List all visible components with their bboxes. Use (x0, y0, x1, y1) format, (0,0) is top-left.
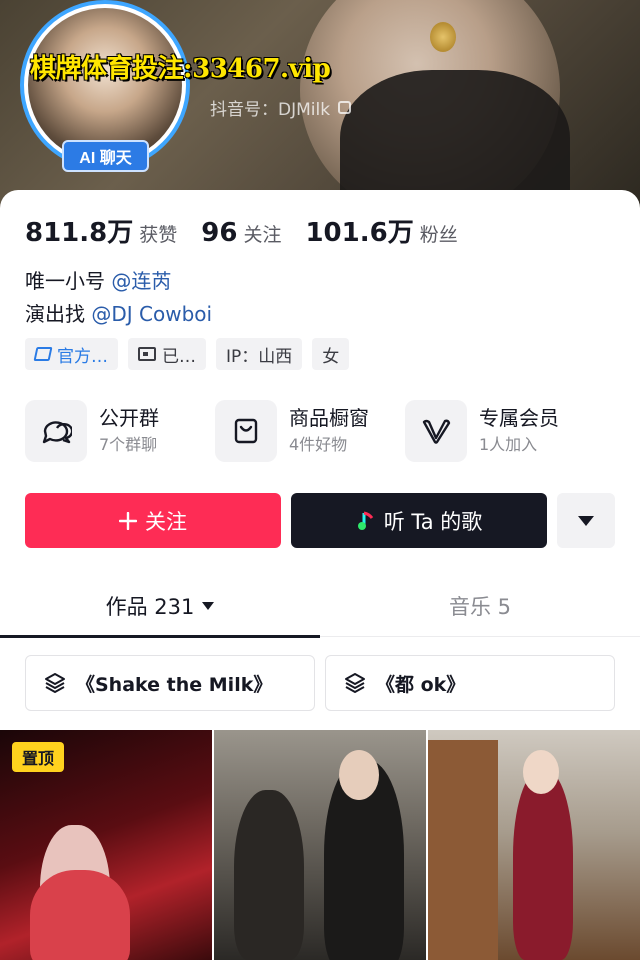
triangle-down-icon (578, 515, 594, 526)
tab-works[interactable]: 作品 231 (0, 575, 320, 638)
bio-line-2-text: 演出找 (25, 302, 92, 326)
vip-v-icon (405, 400, 467, 462)
shopping-bag-icon (215, 400, 277, 462)
ai-chat-label: AI 聊天 (79, 150, 132, 167)
bio-mention-2[interactable]: @DJ Cowboi (91, 302, 212, 326)
tag-ip-label: IP：山西 (226, 346, 293, 367)
feature-public-group-title: 公开群 (99, 406, 159, 430)
tab-works-label: 作品 231 (105, 595, 195, 619)
bio-line-1-text: 唯一小号 (25, 269, 112, 293)
thumbnail-door (428, 740, 498, 960)
avatar-image (28, 8, 182, 162)
stat-followers-label: 粉丝 (419, 224, 458, 246)
feature-exclusive-membership[interactable]: 专属会员 1人加入 (405, 400, 605, 462)
follow-button-label: 关注 (145, 509, 187, 534)
douyin-id-text: 抖音号：DJMilk (210, 100, 331, 120)
stat-likes-label: 获赞 (139, 224, 178, 246)
bio-line-1: 唯一小号 @连芮 (25, 265, 212, 298)
collection-shake-the-milk[interactable]: 《Shake the Milk》 (25, 655, 315, 711)
pinned-badge: 置顶 (12, 742, 64, 772)
feature-public-group[interactable]: 公开群 7个群聊 (25, 400, 225, 462)
stack-layers-icon (345, 673, 365, 693)
feature-product-showcase-sub: 4件好物 (289, 435, 348, 454)
thumbnail-figure-face (339, 750, 379, 800)
collections-row: 《Shake the Milk》 《都 ok》 (25, 655, 615, 711)
tag-ip-location: IP：山西 (216, 338, 303, 370)
listen-song-label: 听 Ta 的歌 (383, 509, 483, 534)
thumbnail-figure-back (234, 790, 304, 960)
tab-music-label: 音乐 5 (448, 595, 512, 619)
banner-photo-earring (430, 22, 456, 52)
thumbnail-figure-face (523, 750, 559, 794)
tab-music[interactable]: 音乐 5 (320, 575, 640, 637)
tag-official-label: 官方… (57, 346, 108, 367)
thumbnail-figure (513, 770, 573, 960)
collection-label: 《Shake the Milk》 (76, 673, 273, 696)
certified-icon (33, 347, 53, 361)
triangle-down-icon (202, 602, 215, 610)
douyin-id[interactable]: 抖音号：DJMilk (210, 95, 352, 120)
chat-bubble-icon (25, 400, 87, 462)
follow-button[interactable]: 关注 (25, 493, 281, 548)
feature-exclusive-membership-sub: 1人加入 (479, 435, 538, 454)
plus-icon (119, 511, 137, 530)
thumbnail-figure-dress (30, 870, 130, 960)
listen-song-button[interactable]: 听 Ta 的歌 (291, 493, 547, 548)
bio-line-2: 演出找 @DJ Cowboi (25, 298, 212, 331)
profile-stats: 811.8万 获赞 96 关注 101.6万 粉丝 (25, 212, 458, 249)
stat-likes-count: 811.8万 (25, 218, 134, 248)
feature-exclusive-membership-title: 专属会员 (479, 406, 559, 430)
ai-chat-badge[interactable]: AI 聊天 (62, 140, 149, 172)
feature-entries: 公开群 7个群聊 商品橱窗 4件好物 专属会员 1人加入 (25, 400, 605, 462)
stat-followers[interactable]: 101.6万 粉丝 (305, 212, 457, 249)
more-options-button[interactable] (557, 493, 615, 548)
stat-following-label: 关注 (243, 224, 282, 246)
id-card-icon (138, 347, 156, 361)
music-note-icon (357, 511, 373, 530)
bio-mention-1[interactable]: @连芮 (111, 269, 171, 293)
collection-dou-ok[interactable]: 《都 ok》 (325, 655, 615, 711)
feature-public-group-sub: 7个群聊 (99, 435, 158, 454)
tag-gender-label: 女 (322, 346, 340, 367)
profile-tags: 官方… 已… IP：山西 女 (25, 338, 350, 370)
profile-card: 811.8万 获赞 96 关注 101.6万 粉丝 唯一小号 @连芮 演出找 @… (0, 190, 640, 960)
feature-product-showcase-title: 商品橱窗 (289, 406, 369, 430)
stat-following-count: 96 (201, 218, 238, 248)
stack-layers-icon (45, 673, 65, 693)
stat-following[interactable]: 96 关注 (201, 218, 281, 248)
tag-verified-id[interactable]: 已… (128, 338, 206, 370)
tag-id-label: 已… (162, 346, 196, 367)
video-thumbnail[interactable] (214, 730, 426, 960)
video-grid: 置顶 (0, 730, 640, 960)
collection-label: 《都 ok》 (376, 673, 466, 696)
watermark-text: 棋牌体育投注:33467.vip (30, 54, 331, 84)
tag-official[interactable]: 官方… (25, 338, 118, 370)
stat-followers-count: 101.6万 (305, 218, 414, 248)
stat-likes[interactable]: 811.8万 获赞 (25, 212, 177, 249)
feature-product-showcase[interactable]: 商品橱窗 4件好物 (215, 400, 415, 462)
video-thumbnail-pinned[interactable]: 置顶 (0, 730, 212, 960)
copy-icon[interactable] (338, 101, 352, 114)
tag-gender: 女 (312, 338, 350, 370)
video-thumbnail[interactable] (428, 730, 640, 960)
bio: 唯一小号 @连芮 演出找 @DJ Cowboi (25, 265, 212, 331)
content-tabs: 作品 231 音乐 5 (0, 575, 640, 638)
profile-actions: 关注 听 Ta 的歌 (25, 493, 615, 548)
profile-header-banner: 抖音号：DJMilk AI 聊天 棋牌体育投注:33467.vip (0, 0, 640, 215)
